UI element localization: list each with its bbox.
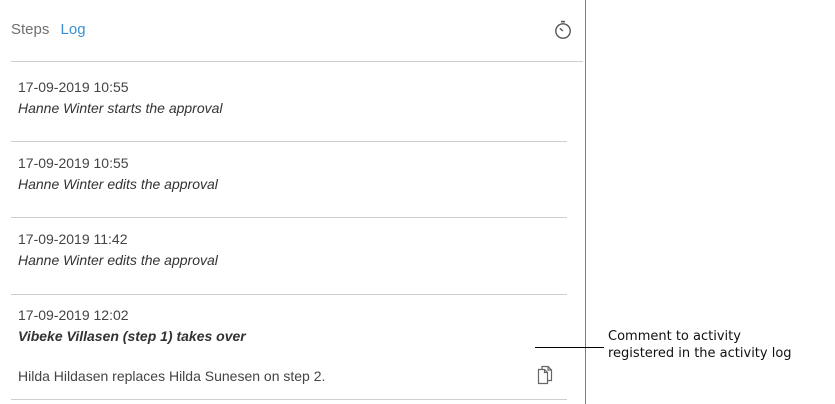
log-entry-activity: Vibeke Villasen (step 1) takes over (18, 328, 246, 344)
log-bottom-divider (11, 399, 567, 400)
page: Steps Log 17-09-2019 10:55 Hanne Winter … (0, 0, 835, 404)
header-divider (11, 61, 583, 62)
tab-steps[interactable]: Steps (11, 21, 49, 38)
tab-log[interactable]: Log (61, 21, 86, 38)
callout-annotation: Comment to activity registered in the ac… (608, 328, 792, 362)
activity-panel: Steps Log 17-09-2019 10:55 Hanne Winter … (0, 0, 586, 404)
log-entry-divider (11, 294, 567, 295)
log-entry-activity: Hanne Winter edits the approval (18, 176, 218, 192)
log-entry-timestamp: 17-09-2019 11:42 (18, 231, 128, 247)
log-entry-activity: Hanne Winter starts the approval (18, 100, 223, 116)
log-entry-divider (11, 141, 567, 142)
log-entry-activity: Hanne Winter edits the approval (18, 252, 218, 268)
callout-line-1: Comment to activity (608, 329, 741, 344)
tab-bar: Steps Log (11, 21, 93, 38)
log-entry-timestamp: 17-09-2019 10:55 (18, 155, 129, 171)
copy-icon[interactable] (536, 365, 554, 385)
callout-line-2: registered in the activity log (608, 346, 792, 361)
log-entry-timestamp: 17-09-2019 10:55 (18, 79, 129, 95)
callout-line (535, 347, 604, 348)
timer-icon[interactable] (553, 20, 573, 40)
log-entry-comment: Hilda Hildasen replaces Hilda Sunesen on… (18, 368, 326, 384)
log-entry-divider (11, 217, 567, 218)
log-entry-timestamp: 17-09-2019 12:02 (18, 307, 129, 323)
